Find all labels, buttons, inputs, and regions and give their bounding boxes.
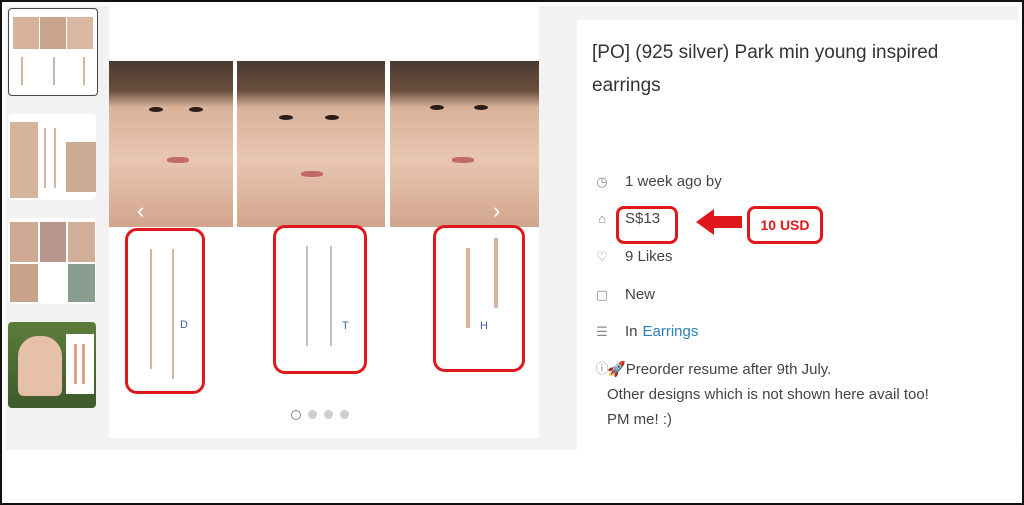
category-link[interactable]: Earrings [643,323,699,340]
posted-time-row: ◷ 1 week ago by [595,173,722,190]
listing-title: [PO] (925 silver) Park min young inspire… [592,42,939,96]
price-annotation-box [616,206,678,244]
condition-text: New [625,286,656,303]
clock-icon: ◷ [596,173,608,189]
gallery-pagination [291,410,349,420]
thumbnail-strip [6,6,98,446]
thumbnail-1[interactable] [8,8,98,96]
category-row: ☰ In Earrings [595,323,698,340]
likes-text: 9 Likes [625,248,673,265]
condition-row: ▢ New [595,286,655,303]
tag-icon: ⌂ [598,210,606,226]
earring-label-d: D [180,319,188,331]
heart-icon[interactable]: ♡ [595,249,609,264]
pagination-dot-3[interactable] [324,410,333,419]
thumbnail-2[interactable] [8,114,96,200]
listing-details-panel: [PO] (925 silver) Park min young inspire… [577,20,1017,452]
earring-label-h: H [480,320,488,332]
pagination-dot-2[interactable] [308,410,317,419]
earring-design-t-annotation: T [273,225,367,374]
model-photo-1 [109,61,233,227]
description-line-3: PM me! :) [607,411,673,428]
product-image-gallery[interactable]: ‹ › D T H [109,6,539,438]
category-prefix: In [625,323,638,340]
listing-description: 🚀Preorder resume after 9th July. Other d… [607,357,987,432]
list-icon: ☰ [596,323,608,339]
annotation-arrow-icon [696,209,742,235]
model-photo-3 [390,61,539,227]
rocket-icon: 🚀 [607,361,626,378]
pagination-dot-1[interactable] [291,410,301,420]
description-line-2: Other designs which is not shown here av… [607,386,929,403]
earring-design-d-annotation: D [125,228,205,394]
box-icon: ▢ [595,286,609,302]
prev-image-arrow-icon[interactable]: ‹ [137,200,155,222]
pagination-dot-4[interactable] [340,410,349,419]
likes-row: ♡ 9 Likes [595,248,673,265]
earring-design-h-annotation: H [433,225,525,372]
screenshot-frame: ‹ › D T H [PO] (925 silver) Park min you… [0,0,1024,505]
thumbnail-3[interactable] [8,218,96,304]
posted-time-text: 1 week ago by [625,173,722,190]
description-line-1: 🚀Preorder resume after 9th July. [607,361,832,378]
usd-annotation-box: 10 USD [747,206,823,244]
earring-label-t: T [342,320,349,332]
thumbnail-4[interactable] [8,322,96,408]
next-image-arrow-icon[interactable]: › [493,200,511,222]
model-photo-2 [237,61,385,227]
